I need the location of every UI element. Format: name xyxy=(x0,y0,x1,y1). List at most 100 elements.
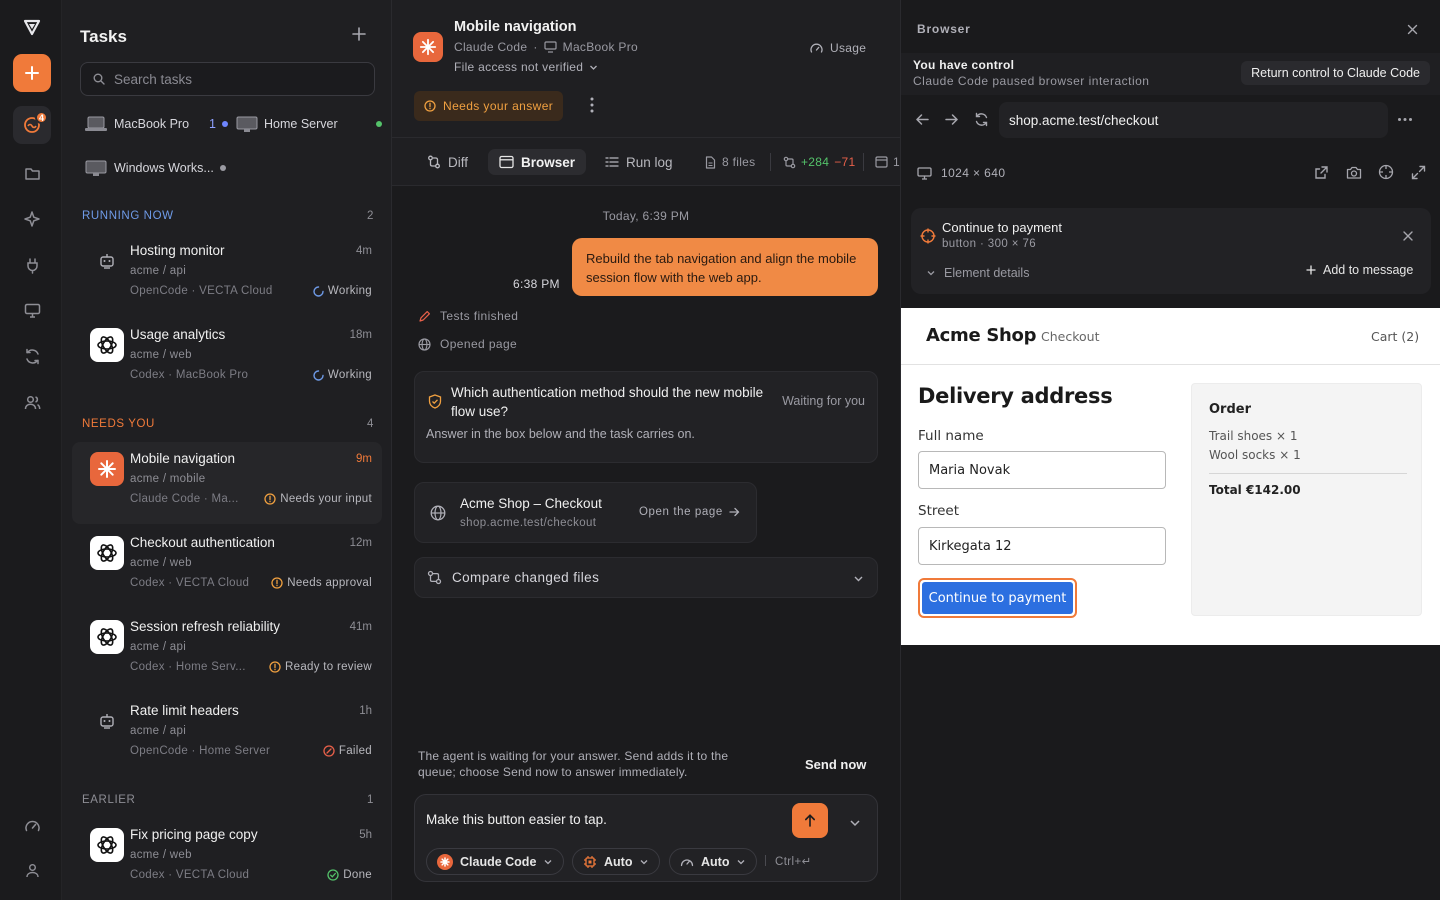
continue-to-payment-button[interactable]: Continue to payment xyxy=(922,582,1073,614)
close-icon[interactable] xyxy=(1407,24,1418,35)
task-meta: OpenCode · Home Server xyxy=(130,745,271,757)
search-input[interactable] xyxy=(114,71,354,87)
question-card[interactable]: Which authentication method should the n… xyxy=(414,371,878,463)
team-nav-button[interactable] xyxy=(13,383,51,421)
device-windows[interactable]: Windows Works... xyxy=(84,159,226,177)
agent-selector[interactable]: Claude Code xyxy=(426,848,565,875)
tab-files[interactable]: 8 files xyxy=(694,149,766,175)
back-arrow-icon[interactable] xyxy=(915,113,929,126)
chevron-down-icon xyxy=(544,859,552,864)
task-meta: Codex · VECTA Cloud xyxy=(130,577,250,589)
monitor-nav-button[interactable] xyxy=(13,291,51,329)
pencil-icon xyxy=(419,310,430,322)
file-access-dropdown[interactable]: File access not verified xyxy=(454,60,598,74)
question-hint: Answer in the box below and the task car… xyxy=(426,427,695,441)
camera-icon[interactable] xyxy=(1346,165,1362,180)
more-vertical-button[interactable] xyxy=(588,96,596,114)
openai-logo-icon xyxy=(90,620,124,654)
git-compare-icon xyxy=(427,570,442,585)
tab-run-log[interactable]: Run log xyxy=(594,149,684,175)
crosshair-icon[interactable] xyxy=(1378,164,1394,180)
new-task-button[interactable] xyxy=(13,54,51,92)
chevron-down-icon xyxy=(738,859,745,864)
task-item[interactable]: Rate limit headers 1h acme / api OpenCod… xyxy=(72,694,382,776)
street-field[interactable]: Kirkegata 12 xyxy=(918,527,1166,565)
send-button[interactable] xyxy=(792,803,828,838)
close-icon[interactable] xyxy=(1403,231,1413,241)
tab-browser[interactable]: Browser xyxy=(488,149,587,175)
task-name: Session refresh reliability xyxy=(130,619,281,634)
task-item[interactable]: Checkout authentication 12m acme / web C… xyxy=(72,526,382,608)
speed-selector[interactable]: Auto xyxy=(669,848,758,875)
task-name: Hosting monitor xyxy=(130,243,225,258)
reload-icon[interactable] xyxy=(974,112,989,127)
task-item[interactable]: Hosting monitor 4m acme / api OpenCode ·… xyxy=(72,234,382,316)
tab-changes[interactable]: +284 −71 xyxy=(772,149,867,175)
return-control-button[interactable]: Return control to Claude Code xyxy=(1241,61,1430,85)
plug-nav-button[interactable] xyxy=(13,246,51,284)
expand-icon[interactable] xyxy=(1411,165,1426,180)
task-detail: Mobile navigation Claude Code · MacBook P… xyxy=(392,0,900,900)
element-meta: button · 300 × 76 xyxy=(942,238,1037,250)
add-task-button[interactable] xyxy=(352,27,366,41)
account-nav-button[interactable] xyxy=(13,851,51,889)
send-now-button[interactable]: Send now xyxy=(805,757,866,772)
folder-icon xyxy=(24,167,40,180)
chevron-down-icon[interactable] xyxy=(849,817,861,829)
needs-answer-badge[interactable]: Needs your answer xyxy=(414,91,564,121)
task-name: Mobile navigation xyxy=(130,451,236,466)
task-meta: Codex · Home Serv... xyxy=(130,661,246,673)
tasks-nav-button[interactable]: 4 xyxy=(13,106,51,144)
device-name: MacBook Pro xyxy=(114,117,190,131)
usage-nav-button[interactable] xyxy=(13,807,51,845)
element-details-toggle[interactable]: Element details xyxy=(926,266,1029,280)
cart-link[interactable]: Cart (2) xyxy=(1371,329,1419,344)
task-status: Failed xyxy=(323,745,372,757)
spinner-icon xyxy=(313,369,324,381)
task-repo: acme / web xyxy=(130,849,192,861)
page-card[interactable]: Acme Shop – Checkout shop.acme.test/chec… xyxy=(414,482,757,543)
composer-input[interactable]: Make this button easier to tap. xyxy=(426,812,607,827)
tab-diff[interactable]: Diff xyxy=(416,149,479,175)
device-count: 1 xyxy=(209,117,216,131)
shop-brand[interactable]: Acme Shop xyxy=(926,325,1036,346)
forward-arrow-icon[interactable] xyxy=(945,113,959,126)
desktop-icon xyxy=(85,160,107,176)
viewport-size[interactable]: 1024 × 640 xyxy=(917,166,1005,180)
search-box[interactable] xyxy=(80,62,375,96)
more-horizontal-icon[interactable] xyxy=(1397,117,1413,122)
spinner-icon xyxy=(313,285,324,297)
folder-nav-button[interactable] xyxy=(13,154,51,192)
sync-nav-button[interactable] xyxy=(13,337,51,375)
task-status: Ready to review xyxy=(269,661,372,673)
add-to-message-button[interactable]: Add to message xyxy=(1306,263,1413,277)
device-macbook[interactable]: MacBook Pro 1 xyxy=(84,115,228,133)
external-link-icon[interactable] xyxy=(1314,165,1329,180)
chip-icon xyxy=(584,855,596,868)
search-icon xyxy=(93,73,105,85)
task-item[interactable]: Usage analytics 18m acme / web Codex · M… xyxy=(72,318,382,400)
app-logo-icon[interactable] xyxy=(13,8,51,46)
task-item-selected[interactable]: Mobile navigation 9m acme / mobile Claud… xyxy=(72,442,382,524)
model-selector[interactable]: Auto xyxy=(572,848,661,875)
task-item[interactable]: Fix pricing page copy 5h acme / web Code… xyxy=(72,818,382,900)
task-repo: acme / mobile xyxy=(130,473,206,485)
users-icon xyxy=(24,395,40,409)
gauge-icon xyxy=(24,820,40,831)
shop-header: Acme Shop Checkout Cart (2) xyxy=(901,308,1440,365)
button-highlight: Continue to payment xyxy=(918,578,1077,618)
task-time: 12m xyxy=(349,537,372,549)
url-bar[interactable]: shop.acme.test/checkout xyxy=(999,102,1388,138)
device-home-server[interactable]: Home Server xyxy=(236,115,382,133)
open-page-link[interactable]: Open the page xyxy=(639,506,740,518)
full-name-field[interactable]: Maria Novak xyxy=(918,451,1166,489)
sparkle-nav-button[interactable] xyxy=(13,200,51,238)
file-icon xyxy=(705,155,716,169)
task-time: 1h xyxy=(359,705,372,717)
task-item[interactable]: Session refresh reliability 41m acme / a… xyxy=(72,610,382,692)
app-window: 4 Tasks MacBook Pro 1 Home Server xyxy=(0,0,1440,900)
usage-button[interactable]: Usage xyxy=(810,41,866,55)
user-icon xyxy=(25,863,39,877)
compare-files-toggle[interactable]: Compare changed files xyxy=(414,557,878,598)
task-time: 41m xyxy=(349,621,372,633)
